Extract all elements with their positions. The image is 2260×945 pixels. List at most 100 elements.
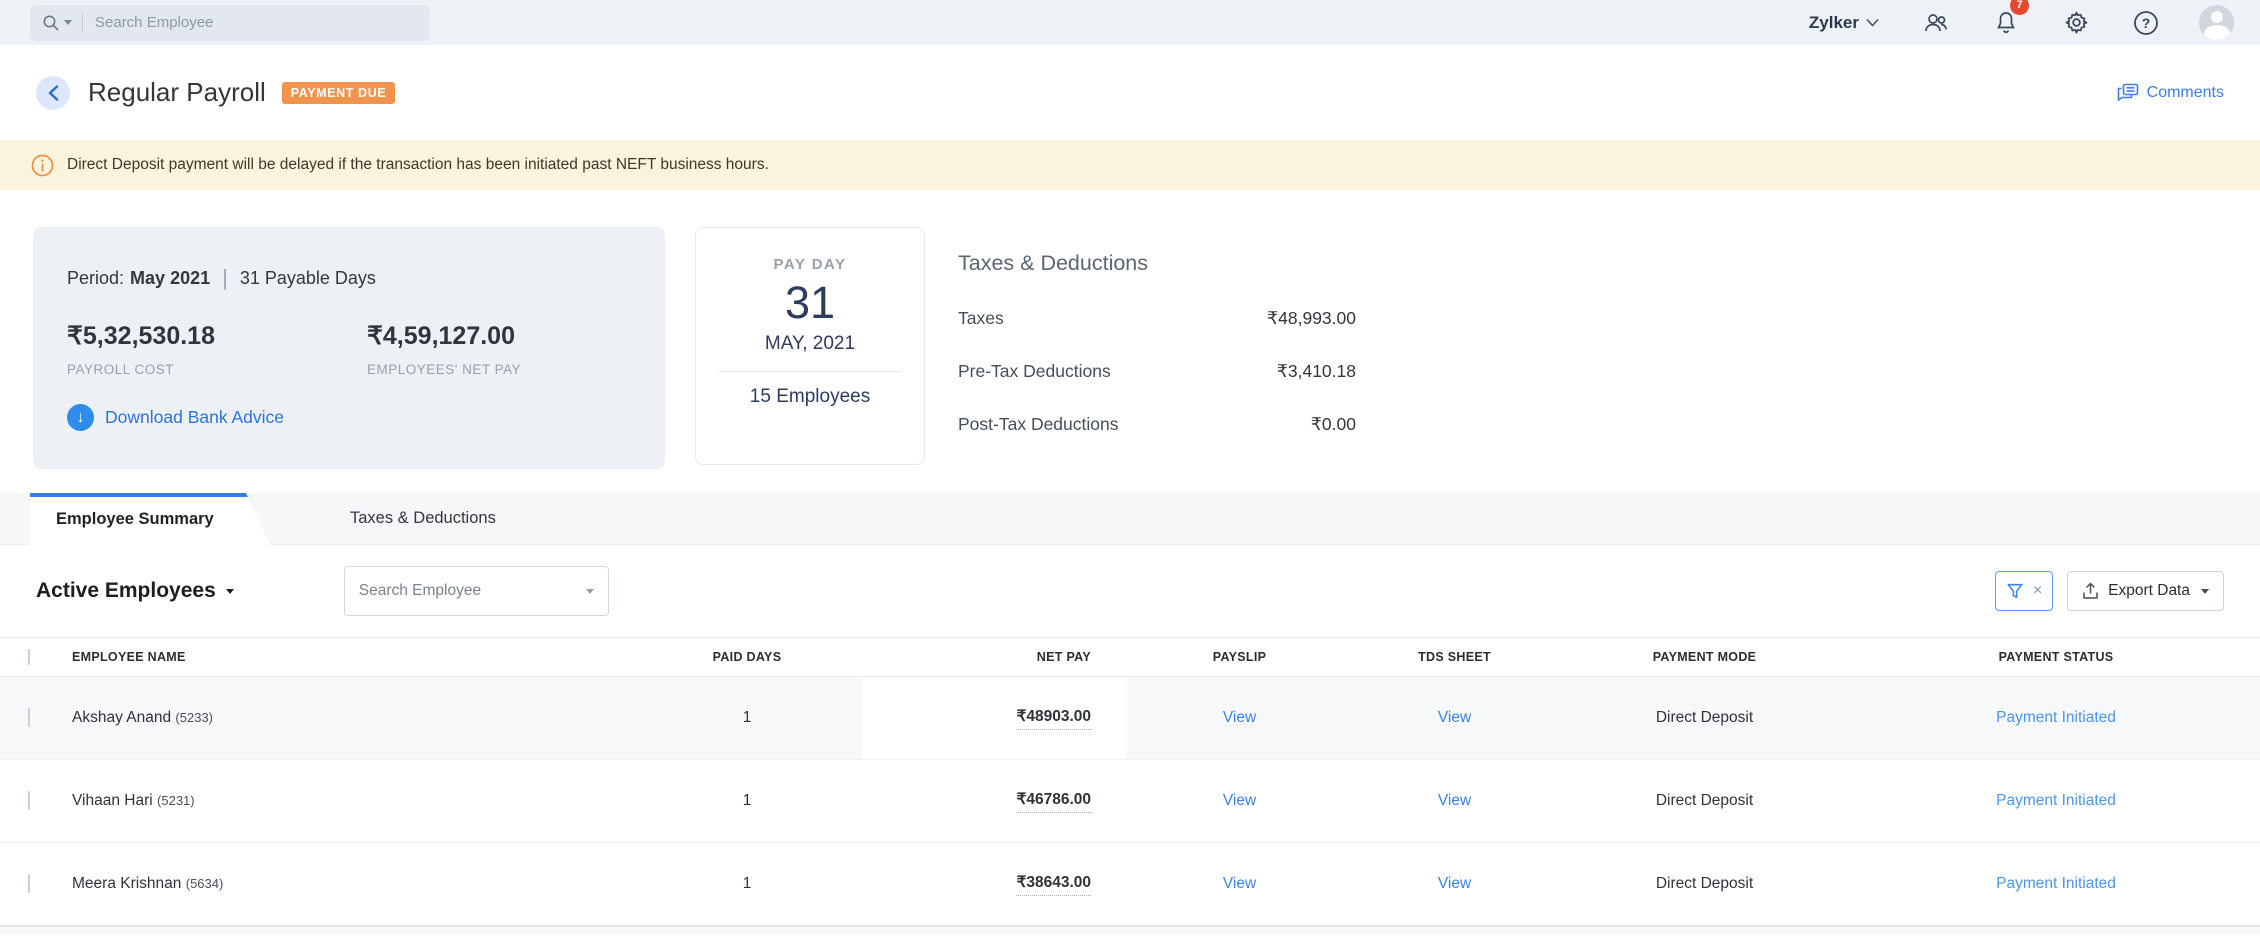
tab-taxes-deductions[interactable]: Taxes & Deductions	[270, 493, 496, 544]
employee-id: (5233)	[175, 710, 213, 725]
active-tab-indicator	[30, 493, 250, 497]
taxes-panel-title: Taxes & Deductions	[958, 251, 1378, 276]
tab-bar: Employee Summary Taxes & Deductions	[0, 493, 2260, 545]
payslip-view-link[interactable]: View	[1223, 709, 1256, 726]
tax-row-label: Pre-Tax Deductions	[958, 361, 1111, 382]
net-pay-cell: ₹46786.00	[862, 760, 1127, 842]
employee-search-select[interactable]: Search Employee	[344, 566, 609, 616]
chevron-down-icon	[586, 589, 594, 594]
tax-row-label: Post-Tax Deductions	[958, 414, 1119, 435]
user-avatar[interactable]	[2199, 5, 2234, 40]
payroll-run-page: Zylker 7	[0, 0, 2260, 945]
avatar-body	[2204, 25, 2230, 40]
filter-funnel-icon	[2006, 582, 2024, 600]
page-title: Regular Payroll	[88, 77, 266, 108]
bottom-strip	[0, 926, 2260, 934]
col-header-paid-days: PAID DAYS	[632, 650, 862, 664]
employee-name[interactable]: Meera Krishnan	[72, 875, 181, 892]
col-header-payment-status: PAYMENT STATUS	[1852, 650, 2260, 664]
download-bank-advice-link[interactable]: ↓ Download Bank Advice	[67, 404, 635, 431]
select-all-checkbox[interactable]	[28, 649, 30, 665]
search-scope-caret-icon[interactable]	[64, 20, 72, 25]
notifications-button[interactable]: 7	[1993, 10, 2019, 36]
table-row: Akshay Anand (5233) 1 ₹48903.00 View Vie…	[0, 677, 2260, 760]
payment-status-link[interactable]: Payment Initiated	[1996, 875, 2116, 892]
row-checkbox[interactable]	[28, 874, 30, 893]
payment-status-link[interactable]: Payment Initiated	[1996, 709, 2116, 726]
period-card: Period: May 2021 | 31 Payable Days ₹5,32…	[33, 227, 665, 469]
tab-employee-summary[interactable]: Employee Summary	[30, 493, 270, 545]
download-icon: ↓	[67, 404, 94, 431]
period-divider: |	[222, 265, 228, 291]
help-button[interactable]: ?	[2133, 10, 2159, 36]
payable-days: 31 Payable Days	[240, 268, 376, 289]
payment-mode-value: Direct Deposit	[1557, 875, 1852, 893]
org-name: Zylker	[1809, 13, 1859, 33]
warning-text: Direct Deposit payment will be delayed i…	[67, 156, 769, 174]
search-icon[interactable]	[42, 14, 72, 32]
comments-button[interactable]: Comments	[2117, 83, 2224, 103]
top-bar: Zylker 7	[0, 0, 2260, 45]
export-data-button[interactable]: Export Data	[2067, 571, 2224, 611]
referrals-button[interactable]	[1923, 10, 1949, 36]
employee-id: (5231)	[157, 793, 195, 808]
payday-card: PAY DAY 31 MAY, 2021 15 Employees	[695, 227, 925, 465]
employee-view-selector[interactable]: Active Employees	[36, 579, 234, 603]
search-divider	[82, 13, 83, 33]
row-checkbox[interactable]	[28, 708, 30, 727]
global-search-input[interactable]	[95, 14, 355, 31]
tds-sheet-view-link[interactable]: View	[1438, 792, 1471, 809]
net-pay-value[interactable]: ₹48903.00	[1016, 707, 1091, 730]
period-label: Period:	[67, 268, 124, 289]
payroll-cost-value: ₹5,32,530.18	[67, 321, 367, 351]
org-switcher[interactable]: Zylker	[1809, 13, 1879, 33]
net-pay-value[interactable]: ₹38643.00	[1016, 873, 1091, 896]
tax-row-label: Taxes	[958, 308, 1004, 329]
payday-day: 31	[696, 277, 924, 329]
export-icon	[2082, 582, 2099, 600]
filter-button[interactable]: ×	[1995, 571, 2053, 611]
payroll-cost-block: ₹5,32,530.18 PAYROLL COST	[67, 321, 367, 377]
tab-label: Taxes & Deductions	[350, 509, 496, 528]
payment-status-link[interactable]: Payment Initiated	[1996, 792, 2116, 809]
employee-name[interactable]: Vihaan Hari	[72, 792, 153, 809]
payslip-view-link[interactable]: View	[1223, 875, 1256, 892]
notification-badge: 7	[2010, 0, 2029, 15]
tds-sheet-view-link[interactable]: View	[1438, 875, 1471, 892]
view-selector-label: Active Employees	[36, 579, 216, 603]
gear-icon	[2064, 10, 2089, 35]
chevron-down-icon	[226, 589, 234, 594]
row-checkbox[interactable]	[28, 791, 30, 810]
info-icon	[31, 154, 54, 177]
tax-row-posttax: Post-Tax Deductions ₹0.00	[958, 414, 1356, 435]
clear-filter-icon[interactable]: ×	[2033, 583, 2042, 599]
paid-days-value: 1	[632, 792, 862, 810]
global-search[interactable]	[30, 5, 430, 41]
payslip-view-link[interactable]: View	[1223, 792, 1256, 809]
net-pay-cell: ₹48903.00	[862, 677, 1127, 759]
page-header: Regular Payroll PAYMENT DUE Comments	[0, 45, 2260, 140]
net-pay-value[interactable]: ₹46786.00	[1016, 790, 1091, 813]
neft-warning-banner: Direct Deposit payment will be delayed i…	[0, 140, 2260, 190]
taxes-deductions-panel: Taxes & Deductions Taxes ₹48,993.00 Pre-…	[958, 227, 1378, 467]
svg-text:?: ?	[2142, 15, 2151, 31]
payday-month-year: MAY, 2021	[696, 333, 924, 355]
net-pay-cell: ₹38643.00	[862, 843, 1127, 925]
period-value: May 2021	[130, 268, 210, 289]
col-header-tds-sheet: TDS SHEET	[1352, 650, 1557, 664]
tax-row-value: ₹48,993.00	[1267, 308, 1356, 329]
back-button[interactable]	[36, 76, 70, 110]
payday-label: PAY DAY	[696, 256, 924, 273]
tax-row-value: ₹3,410.18	[1277, 361, 1356, 382]
payment-mode-value: Direct Deposit	[1557, 792, 1852, 810]
payroll-cost-label: PAYROLL COST	[67, 362, 367, 377]
tax-row-pretax: Pre-Tax Deductions ₹3,410.18	[958, 361, 1356, 382]
paid-days-value: 1	[632, 709, 862, 727]
settings-button[interactable]	[2063, 10, 2089, 36]
col-header-net-pay: NET PAY	[862, 650, 1127, 664]
employee-name[interactable]: Akshay Anand	[72, 709, 171, 726]
tds-sheet-view-link[interactable]: View	[1438, 709, 1471, 726]
table-row: Vihaan Hari (5231) 1 ₹46786.00 View View…	[0, 760, 2260, 843]
chevron-down-icon	[1866, 18, 1879, 27]
users-icon	[1923, 11, 1949, 35]
